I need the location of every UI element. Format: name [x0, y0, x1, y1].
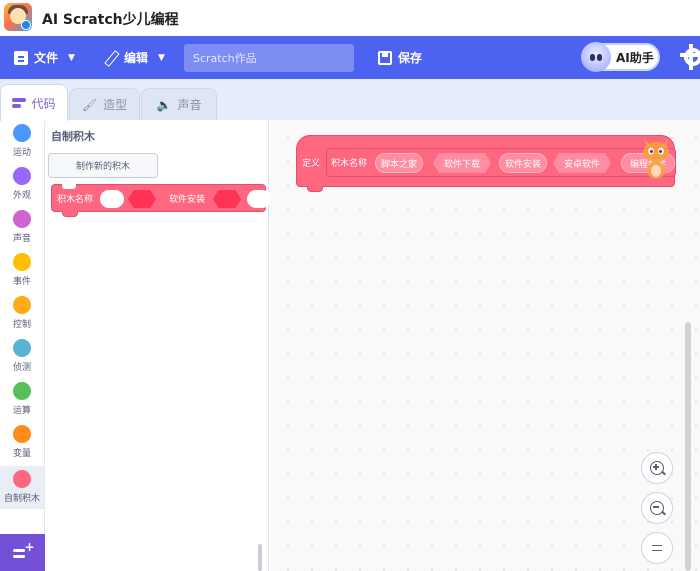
category-sound[interactable]: 声音 [0, 206, 44, 249]
category-label: 事件 [12, 277, 31, 287]
make-block-button[interactable]: 制作新的积木 [48, 153, 158, 178]
add-extension-button[interactable] [0, 534, 45, 571]
code-icon [12, 98, 27, 108]
zoom-in-icon [650, 461, 664, 475]
zoom-in-button[interactable] [641, 452, 673, 484]
tab-sounds[interactable]: 🔈 声音 [141, 88, 217, 120]
ai-assistant-button[interactable]: AI助手 [581, 42, 660, 72]
argument-reporter[interactable]: 脚本之家 [375, 153, 423, 173]
input-oval[interactable] [247, 190, 271, 208]
category-my-blocks[interactable]: 自制积木 [0, 466, 44, 509]
file-menu-label: 文件 [34, 51, 59, 65]
category-label: 运算 [12, 406, 31, 416]
define-label: 定义 [302, 158, 321, 169]
category-label: 声音 [12, 234, 31, 244]
category-dot-icon [13, 470, 31, 488]
brush-icon: 🖌 [81, 97, 98, 112]
script-workspace[interactable] [270, 120, 700, 571]
edit-menu[interactable]: 编辑 ▼ [104, 36, 165, 79]
zoom-reset-button[interactable] [641, 532, 673, 564]
category-dot-icon [13, 253, 31, 271]
menu-bar: 文件 ▼ 编辑 ▼ 保存 AI助手 [0, 36, 700, 79]
save-button[interactable]: 保存 [378, 36, 422, 79]
category-events[interactable]: 事件 [0, 249, 44, 292]
category-dot-icon [13, 210, 31, 228]
save-button-label: 保存 [398, 51, 423, 65]
category-menu: 运动 外观 声音 事件 控制 侦测 运算 变量 自制积木 [0, 120, 45, 571]
category-dot-icon [13, 167, 31, 185]
gear-icon[interactable] [680, 44, 700, 70]
zoom-reset-icon [652, 545, 662, 551]
category-looks[interactable]: 外观 [0, 163, 44, 206]
category-sensing[interactable]: 侦测 [0, 335, 44, 378]
tab-code-label: 代码 [31, 96, 56, 111]
tab-sounds-label: 声音 [177, 98, 202, 112]
category-dot-icon [13, 382, 31, 400]
category-operators[interactable]: 运算 [0, 378, 44, 421]
project-title-input[interactable] [184, 44, 354, 72]
block-palette: 自制积木 制作新的积木 积木名称 软件安装 [45, 120, 271, 571]
define-block[interactable]: 定义 积木名称 脚本之家 软件下载 软件安装 安卓软件 编程教学 [296, 135, 676, 192]
chevron-down-icon: ▼ [158, 52, 165, 63]
add-extension-icon [12, 540, 35, 560]
custom-block[interactable]: 积木名称 软件安装 [51, 184, 271, 217]
app-title: AI Scratch少儿编程 [42, 12, 179, 28]
category-variables[interactable]: 变量 [0, 421, 44, 464]
pencil-icon [104, 51, 118, 65]
tab-code[interactable]: 代码 [0, 84, 68, 121]
edit-menu-label: 编辑 [124, 51, 149, 65]
save-icon [378, 50, 392, 65]
prototype-block[interactable]: 积木名称 脚本之家 软件下载 软件安装 安卓软件 编程教学 [326, 148, 676, 177]
tab-costumes[interactable]: 🖌 造型 [69, 88, 140, 120]
argument-reporter[interactable]: 软件安装 [499, 153, 547, 173]
category-control[interactable]: 控制 [0, 292, 44, 335]
argument-boolean[interactable]: 安卓软件 [553, 153, 611, 173]
speaker-icon: 🔈 [156, 97, 172, 112]
workspace-scrollbar[interactable] [685, 322, 691, 571]
app-logo-icon [4, 3, 32, 31]
category-label: 运动 [12, 148, 31, 158]
argument-boolean[interactable]: 软件下载 [433, 153, 491, 173]
file-menu[interactable]: 文件 ▼ [14, 36, 75, 79]
robot-icon [581, 42, 611, 72]
category-label: 侦测 [12, 363, 31, 373]
category-label: 外观 [12, 191, 31, 201]
file-icon [14, 50, 28, 65]
palette-section-title: 自制积木 [51, 130, 95, 143]
category-motion[interactable]: 运动 [0, 120, 44, 163]
chevron-down-icon: ▼ [68, 52, 75, 63]
zoom-out-icon [650, 501, 664, 515]
title-bar: AI Scratch少儿编程 [0, 0, 700, 36]
palette-scrollbar[interactable] [258, 544, 262, 571]
custom-block-label: 软件安装 [169, 194, 206, 205]
prototype-name: 积木名称 [331, 159, 368, 169]
category-dot-icon [13, 339, 31, 357]
category-label: 控制 [12, 320, 31, 330]
zoom-out-button[interactable] [641, 492, 673, 524]
category-label: 变量 [12, 449, 31, 459]
input-oval[interactable] [100, 190, 124, 208]
sprite-cat-icon [643, 138, 669, 179]
category-dot-icon [13, 425, 31, 443]
category-dot-icon [13, 296, 31, 314]
boolean-input[interactable] [213, 190, 241, 208]
category-dot-icon [13, 124, 31, 142]
ai-assistant-label: AI助手 [616, 50, 654, 65]
custom-block-name: 积木名称 [57, 194, 94, 205]
tab-costumes-label: 造型 [103, 98, 128, 112]
boolean-input[interactable] [128, 190, 156, 208]
category-label: 自制积木 [3, 494, 40, 504]
